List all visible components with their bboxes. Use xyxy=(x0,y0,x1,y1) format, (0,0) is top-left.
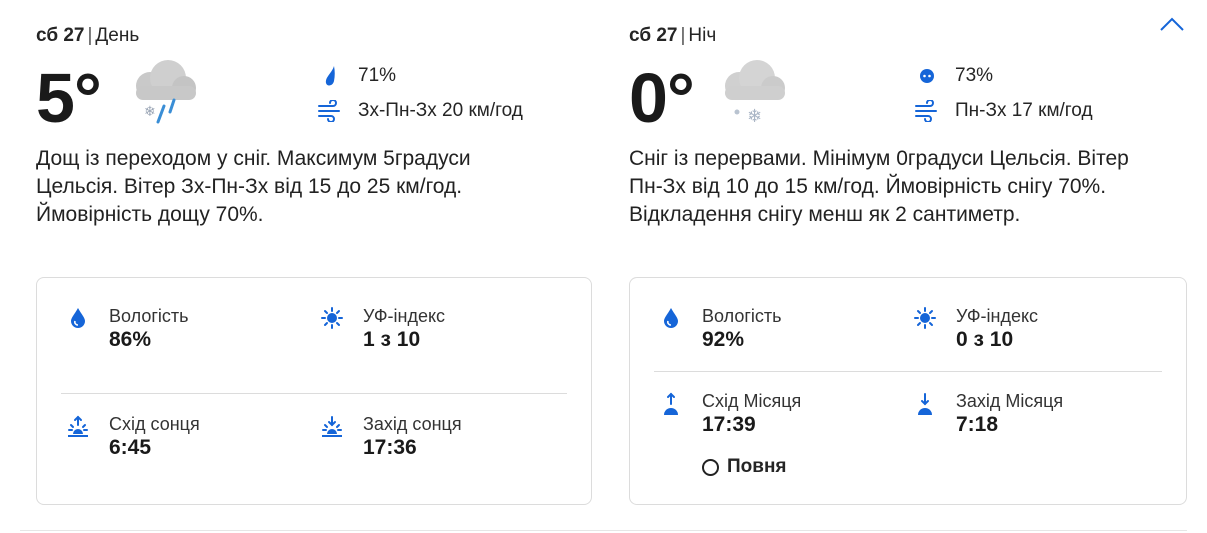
night-precip-value: 73% xyxy=(955,65,994,86)
night-moonset-stat: Захід Місяця 7:18 xyxy=(912,390,1063,438)
night-summary: Сніг із перервами. Мінімум 0градуси Цель… xyxy=(629,147,1129,226)
snow-dot-icon xyxy=(913,64,941,88)
night-date-line: сб 27 | Ніч xyxy=(629,25,717,46)
night-moonrise-value: 17:39 xyxy=(702,413,756,436)
chevron-up-icon xyxy=(1160,17,1184,31)
day-precip-row: 71% xyxy=(316,64,396,88)
night-humidity-stat: Вологість 92% xyxy=(658,305,782,353)
day-precip-value: 71% xyxy=(358,65,397,86)
night-moonset-value: 7:18 xyxy=(956,413,999,436)
humidity-drop-icon xyxy=(658,305,684,333)
moonset-icon xyxy=(912,390,938,418)
night-uv-stat: УФ-індекс 0 з 10 xyxy=(912,305,1038,353)
day-uv-label: УФ-індекс xyxy=(363,306,446,326)
day-humidity-stat: Вологість 86% xyxy=(65,305,189,353)
moon-phase: Повня xyxy=(702,456,787,478)
night-wind-row: Пн-Зх 17 км/год xyxy=(913,99,1093,123)
day-sunset-label: Захід сонця xyxy=(363,414,462,434)
card-divider xyxy=(61,393,567,394)
day-sunrise-value: 6:45 xyxy=(109,436,152,459)
collapse-button[interactable] xyxy=(1158,12,1186,36)
uv-sun-icon xyxy=(319,305,345,333)
night-details-card: Вологість 92% УФ-індекс 0 з 10 Схід Міся… xyxy=(629,277,1187,505)
humidity-drop-icon xyxy=(65,305,91,333)
day-humidity-value: 86% xyxy=(109,328,152,351)
wind-icon xyxy=(913,99,941,123)
day-humidity-label: Вологість xyxy=(109,306,189,326)
day-uv-value: 1 з 10 xyxy=(363,328,421,351)
snow-icon: ❄ xyxy=(711,54,791,135)
moonrise-icon xyxy=(658,390,684,418)
night-moonset-label: Захід Місяця xyxy=(956,391,1064,411)
day-temperature: 5° xyxy=(36,59,102,137)
night-uv-value: 0 з 10 xyxy=(956,328,1014,351)
full-moon-icon xyxy=(702,458,719,476)
night-uv-label: УФ-індекс xyxy=(956,306,1039,326)
night-period: Ніч xyxy=(688,25,717,46)
night-temperature: 0° xyxy=(629,59,695,137)
night-moonrise-stat: Схід Місяця 17:39 xyxy=(658,390,801,438)
day-sunset-stat: Захід сонця 17:36 xyxy=(319,413,462,461)
night-wind-value: Пн-Зх 17 км/год xyxy=(955,100,1093,121)
day-wind-row: Зх-Пн-Зх 20 км/год xyxy=(316,99,523,123)
night-moonrise-label: Схід Місяця xyxy=(702,391,802,411)
wind-icon xyxy=(316,99,344,123)
day-sunrise-stat: Схід сонця 6:45 xyxy=(65,413,200,461)
day-period: День xyxy=(95,25,140,46)
night-precip-row: 73% xyxy=(913,64,993,88)
moon-phase-label: Повня xyxy=(727,456,787,477)
sunset-icon xyxy=(319,413,345,441)
day-sunset-value: 17:36 xyxy=(363,436,417,459)
day-summary: Дощ із переходом у сніг. Максимум 5граду… xyxy=(36,147,471,226)
night-humidity-value: 92% xyxy=(702,328,745,351)
day-date: сб 27 xyxy=(36,25,85,46)
night-humidity-label: Вологість xyxy=(702,306,782,326)
day-date-line: сб 27 | День xyxy=(36,25,140,46)
raindrop-icon xyxy=(316,64,344,88)
svg-text:❄: ❄ xyxy=(747,106,762,127)
night-date: сб 27 xyxy=(629,25,678,46)
uv-sun-icon xyxy=(912,305,938,333)
svg-text:❄: ❄ xyxy=(144,104,156,120)
sunrise-icon xyxy=(65,413,91,441)
day-uv-stat: УФ-індекс 1 з 10 xyxy=(319,305,445,353)
day-details-card: Вологість 86% УФ-індекс 1 з 10 Схід сонц… xyxy=(36,277,592,505)
bottom-divider xyxy=(20,530,1187,531)
rain-snow-icon: ❄ xyxy=(122,54,202,135)
card-divider xyxy=(654,371,1162,372)
day-sunrise-label: Схід сонця xyxy=(109,414,200,434)
day-wind-value: Зх-Пн-Зх 20 км/год xyxy=(358,100,523,121)
